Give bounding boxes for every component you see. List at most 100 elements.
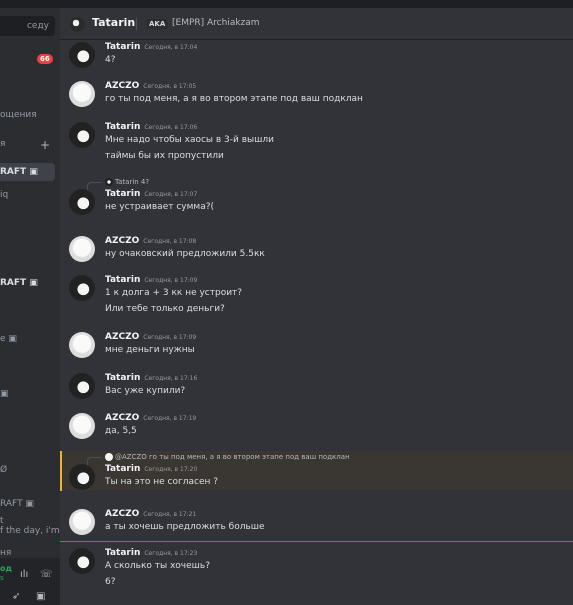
sidebar-item[interactable]: iq	[0, 190, 8, 200]
message[interactable]: @AZCZO го ты под меня, а я во втором эта…	[60, 451, 573, 491]
user-avatar[interactable]	[69, 42, 95, 68]
user-avatar[interactable]	[69, 413, 95, 439]
author-name[interactable]: Tatarin	[105, 189, 140, 199]
message-text: го ты под меня, а я во втором этапе под …	[105, 94, 363, 104]
message[interactable]: AZCZO Сегодня, в 17:19 да, 5,5	[60, 411, 573, 447]
message-timestamp: Сегодня, в 17:09	[143, 334, 197, 341]
sidebar-item[interactable]: t	[0, 516, 4, 526]
rocket-icon[interactable]: ➶	[12, 591, 20, 602]
author-name[interactable]: Tatarin	[105, 275, 140, 285]
sidebar-item[interactable]: f the day, i'm s...	[0, 526, 60, 536]
author-name[interactable]: Tatarin	[105, 42, 140, 52]
sidebar-top-strip	[0, 0, 60, 8]
sidebar-item[interactable]: RAFT ▣	[0, 167, 38, 177]
unread-badge: 66	[37, 54, 53, 64]
user-avatar[interactable]	[69, 464, 95, 490]
message-timestamp: Сегодня, в 17:07	[144, 191, 198, 198]
message-text: не устраивает сумма?(	[105, 202, 214, 212]
user-avatar[interactable]	[69, 373, 95, 399]
waveform-icon[interactable]: ılı	[20, 569, 28, 580]
search-placeholder: седу	[26, 21, 49, 31]
user-avatar[interactable]	[69, 548, 95, 574]
header-alias: [EMPR] Archiakzam	[172, 18, 260, 28]
message[interactable]: Tatarin Сегодня, в 17:16 Вас уже купили?	[60, 371, 573, 405]
message[interactable]: Tatarin Сегодня, в 17:04 4?	[60, 40, 573, 74]
message-text: А сколько ты хочешь?	[105, 561, 210, 571]
message-text: Мне надо чтобы хаосы в 3-й вышли	[105, 135, 274, 145]
message-author[interactable]: AZCZO Сегодня, в 17:21	[105, 509, 196, 519]
user-avatar[interactable]	[69, 275, 95, 301]
author-name[interactable]: AZCZO	[105, 236, 139, 246]
reply-avatar	[105, 178, 113, 186]
search-input[interactable]: седу	[0, 16, 55, 36]
message-author[interactable]: Tatarin Сегодня, в 17:20	[105, 464, 197, 474]
message-author[interactable]: Tatarin Сегодня, в 17:07	[105, 189, 197, 199]
message[interactable]: Tatarin Сегодня, в 17:06 Мне надо чтобы ха…	[60, 120, 573, 172]
user-avatar[interactable]	[69, 122, 95, 148]
message[interactable]: Tatarin 4? Tatarin Сегодня, в 17:07 не устр…	[60, 176, 573, 224]
message-author[interactable]: Tatarin Сегодня, в 17:16	[105, 373, 197, 383]
disconnect-icon[interactable]: ☏	[40, 569, 53, 580]
message-author[interactable]: Tatarin Сегодня, в 17:09	[105, 275, 197, 285]
user-avatar[interactable]	[69, 509, 95, 535]
sidebar-item[interactable]: я	[0, 139, 5, 149]
message[interactable]: Tatarin Сегодня, в 17:23 А сколько ты хоче…	[60, 546, 573, 596]
message[interactable]: AZCZO Сегодня, в 17:08 ну очаковский предл…	[60, 234, 573, 266]
message-text: 4?	[105, 55, 116, 65]
message[interactable]: Tatarin Сегодня, в 17:09 1 к долга + 3 кк …	[60, 273, 573, 325]
user-avatar[interactable]	[69, 189, 95, 215]
screen-share-icon[interactable]: ▣	[36, 591, 45, 602]
reply-reference[interactable]: Tatarin 4?	[86, 178, 149, 191]
voice-panel: од s ılı ☏ ➶ ▣	[0, 558, 60, 605]
user-avatar[interactable]	[69, 236, 95, 262]
voice-status: од	[0, 564, 12, 573]
header-avatar[interactable]	[70, 17, 85, 32]
sidebar-item[interactable]: RAFT ▣	[0, 278, 38, 288]
message-author[interactable]: AZCZO Сегодня, в 17:19	[105, 413, 196, 423]
add-dm-icon[interactable]: +	[40, 138, 50, 152]
message-timestamp: Сегодня, в 17:16	[144, 375, 198, 382]
message[interactable]: AZCZO Сегодня, в 17:09 мне деньги нужны	[60, 330, 573, 364]
sidebar-item[interactable]: Ø	[0, 465, 7, 475]
header-separator	[136, 18, 137, 30]
reply-reference[interactable]: @AZCZO го ты под меня, а я во втором эта…	[87, 453, 350, 466]
message-text: Ты на это не согласен ?	[105, 477, 219, 487]
message-author[interactable]: AZCZO Сегодня, в 17:05	[105, 81, 196, 91]
new-messages-divider	[60, 541, 573, 542]
author-name[interactable]: AZCZO	[105, 509, 139, 519]
author-name[interactable]: AZCZO	[105, 81, 139, 91]
author-name[interactable]: AZCZO	[105, 413, 139, 423]
sidebar-item[interactable]: ▣	[0, 389, 9, 399]
message-text: Или тебе только деньги?	[105, 304, 225, 314]
sidebar-item[interactable]: ня	[0, 548, 11, 558]
sidebar-item[interactable]: ощения	[0, 110, 37, 120]
sidebar-item[interactable]: e ▣	[0, 334, 17, 344]
message-author[interactable]: Tatarin Сегодня, в 17:23	[105, 548, 197, 558]
message-timestamp: Сегодня, в 17:21	[143, 511, 197, 518]
author-name[interactable]: Tatarin	[105, 122, 140, 132]
message-author[interactable]: AZCZO Сегодня, в 17:09	[105, 332, 196, 342]
message-timestamp: Сегодня, в 17:04	[144, 44, 198, 51]
message-timestamp: Сегодня, в 17:09	[144, 277, 198, 284]
author-name[interactable]: Tatarin	[105, 548, 140, 558]
message-timestamp: Сегодня, в 17:05	[143, 83, 197, 90]
message-text: да, 5,5	[105, 426, 137, 436]
message-author[interactable]: AZCZO Сегодня, в 17:08	[105, 236, 196, 246]
message[interactable]: AZCZO Сегодня, в 17:05 го ты под меня, а я…	[60, 79, 573, 115]
title-bar	[60, 0, 573, 8]
header-username[interactable]: Tatarin	[92, 16, 135, 29]
author-name[interactable]: Tatarin	[105, 373, 140, 383]
sidebar-item[interactable]: RAFT ▣	[0, 499, 34, 509]
message-author[interactable]: Tatarin Сегодня, в 17:06	[105, 122, 197, 132]
message-text: мне деньги нужны	[105, 345, 195, 355]
message-text: 6?	[105, 577, 116, 587]
user-avatar[interactable]	[69, 332, 95, 358]
message-timestamp: Сегодня, в 17:23	[144, 550, 198, 557]
author-name[interactable]: AZCZO	[105, 332, 139, 342]
author-name[interactable]: Tatarin	[105, 464, 140, 474]
message[interactable]: AZCZO Сегодня, в 17:21 а ты хочешь предлож…	[60, 507, 573, 539]
message-text: а ты хочешь предложить больше	[105, 522, 265, 532]
message-author[interactable]: Tatarin Сегодня, в 17:04	[105, 42, 197, 52]
message-text: таймы бы их пропустили	[105, 151, 224, 161]
user-avatar[interactable]	[69, 81, 95, 107]
